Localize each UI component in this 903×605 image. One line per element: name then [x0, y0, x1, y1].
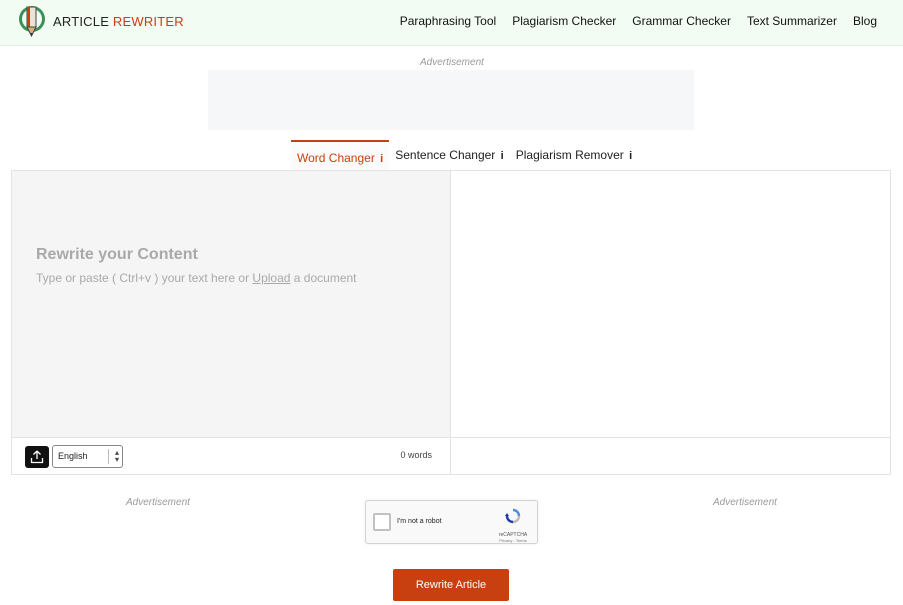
recaptcha-privacy-terms[interactable]: Privacy - Terms	[495, 538, 531, 543]
ad-slot-top	[208, 70, 694, 130]
input-text-area[interactable]: Rewrite your Content Type or paste ( Ctr…	[12, 171, 451, 437]
upload-icon	[30, 450, 44, 464]
nav-link-text-summarizer[interactable]: Text Summarizer	[747, 14, 837, 28]
tab-label: Word Changer	[297, 151, 375, 165]
ad-label-top: Advertisement	[420, 57, 484, 68]
input-placeholder-title: Rewrite your Content	[36, 246, 198, 263]
nav-link-plagiarism-checker[interactable]: Plagiarism Checker	[512, 14, 616, 28]
info-icon[interactable]: i	[380, 153, 383, 165]
select-divider	[108, 449, 109, 464]
site-logo[interactable]: ARTICLE REWRITER	[18, 3, 184, 39]
top-navbar: ARTICLE REWRITER Paraphrasing Tool Plagi…	[0, 0, 903, 46]
recaptcha-label: I'm not a robot	[397, 518, 442, 525]
logo-text: ARTICLE REWRITER	[53, 14, 184, 29]
tab-label: Sentence Changer	[395, 148, 496, 162]
recaptcha-logo-icon	[505, 508, 521, 524]
tab-word-changer[interactable]: Word Changer i	[291, 140, 390, 170]
hint-text-end: a document	[290, 271, 357, 285]
hint-text-start: Type or paste ( Ctrl+v ) your text here …	[36, 271, 253, 285]
logo-word-article: ARTICLE	[53, 13, 110, 29]
upload-link[interactable]: Upload	[252, 271, 290, 285]
nav-link-blog[interactable]: Blog	[853, 14, 877, 28]
chevron-up-down-icon: ▴ ▾	[114, 448, 119, 464]
rewrite-article-button[interactable]: Rewrite Article	[393, 569, 509, 601]
mode-tabs: Word Changer i Sentence Changer i Plagia…	[291, 140, 638, 170]
input-footer: English ▴ ▾ 0 words	[12, 437, 451, 474]
info-icon[interactable]: i	[629, 150, 632, 162]
language-select-value: English	[58, 451, 88, 461]
tab-plagiarism-remover[interactable]: Plagiarism Remover i	[510, 140, 638, 170]
language-select[interactable]: English ▴ ▾	[52, 445, 123, 468]
info-icon[interactable]: i	[501, 150, 504, 162]
output-text-area	[451, 171, 890, 437]
output-footer	[451, 437, 890, 474]
recaptcha-brand: reCAPTCHA Privacy - Terms	[495, 508, 531, 543]
rewriter-editor: Rewrite your Content Type or paste ( Ctr…	[11, 170, 891, 475]
recaptcha-widget: I'm not a robot reCAPTCHA Privacy - Term…	[365, 500, 538, 544]
nav-link-grammar-checker[interactable]: Grammar Checker	[632, 14, 731, 28]
nav-links: Paraphrasing Tool Plagiarism Checker Gra…	[400, 14, 877, 28]
tab-label: Plagiarism Remover	[515, 148, 624, 162]
logo-word-rewriter: REWRITER	[112, 13, 184, 29]
recaptcha-checkbox[interactable]	[373, 513, 391, 531]
word-count: 0 words	[400, 450, 432, 460]
logo-icon	[18, 3, 48, 39]
upload-button[interactable]	[25, 446, 49, 468]
nav-link-paraphrasing-tool[interactable]: Paraphrasing Tool	[400, 14, 497, 28]
ad-label-right: Advertisement	[713, 497, 777, 508]
tab-sentence-changer[interactable]: Sentence Changer i	[389, 140, 509, 170]
ad-label-left: Advertisement	[126, 497, 190, 508]
input-placeholder-hint: Type or paste ( Ctrl+v ) your text here …	[36, 271, 357, 285]
